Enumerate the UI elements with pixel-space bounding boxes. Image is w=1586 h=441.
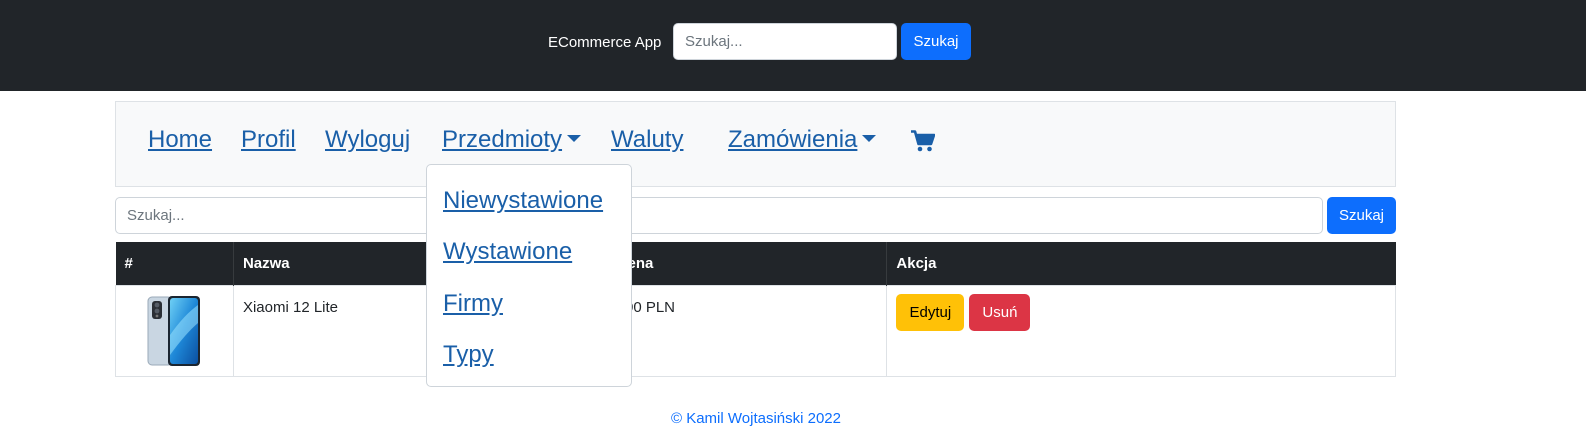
nav-zamowienia-dropdown[interactable]: Zamówienia (728, 124, 877, 156)
nav-waluty[interactable]: Waluty (611, 124, 683, 156)
header-number: # (115, 242, 234, 285)
nav-przedmioty-dropdown[interactable]: Przedmioty (442, 124, 582, 156)
przedmioty-dropdown-menu: Niewystawione Wystawione Firmy Typy (426, 164, 632, 387)
top-navbar: ECommerce App Szukaj (0, 0, 1586, 91)
main-nav: Home Profil Wyloguj Przedmioty Waluty Za… (115, 101, 1396, 187)
brand-name[interactable]: ECommerce App (548, 33, 661, 53)
items-table: # Nazwa Cena Akcja Xiaomi 12 Lite 200 PL… (115, 242, 1396, 377)
table-row: Xiaomi 12 Lite 200 PLN Edytuj Usuń (115, 284, 1396, 377)
top-search-button[interactable]: Szukaj (901, 23, 971, 60)
footer-copyright: © Kamil Wojtasiński 2022 (670, 410, 841, 427)
delete-button[interactable]: Usuń (969, 293, 1031, 331)
product-image-cell (115, 284, 234, 377)
dropdown-item-firmy[interactable]: Firmy (443, 288, 503, 320)
edit-button[interactable]: Edytuj (896, 293, 965, 331)
product-actions: Edytuj Usuń (886, 284, 1396, 377)
caret-down-icon (862, 135, 877, 142)
dropdown-item-niewystawione[interactable]: Niewystawione (443, 185, 603, 217)
items-search-button[interactable]: Szukaj (1327, 197, 1396, 234)
product-price: 200 PLN (606, 284, 888, 377)
phone-image[interactable] (146, 295, 202, 367)
dropdown-item-typy[interactable]: Typy (443, 339, 494, 371)
items-search-input[interactable] (115, 197, 1323, 234)
header-action: Akcja (896, 254, 937, 272)
dropdown-item-wystawione[interactable]: Wystawione (443, 236, 572, 268)
table-header-row: # Nazwa Cena Akcja (115, 242, 1396, 285)
nav-wyloguj[interactable]: Wyloguj (325, 124, 410, 156)
nav-profil[interactable]: Profil (241, 124, 296, 156)
header-price: Cena (607, 242, 888, 285)
nav-home[interactable]: Home (148, 124, 212, 156)
nav-przedmioty-label: Przedmioty (442, 126, 563, 153)
nav-zamowienia-label: Zamówienia (728, 126, 858, 153)
caret-down-icon (567, 135, 582, 142)
top-search-input[interactable] (673, 23, 897, 60)
cart-icon[interactable] (911, 130, 935, 152)
